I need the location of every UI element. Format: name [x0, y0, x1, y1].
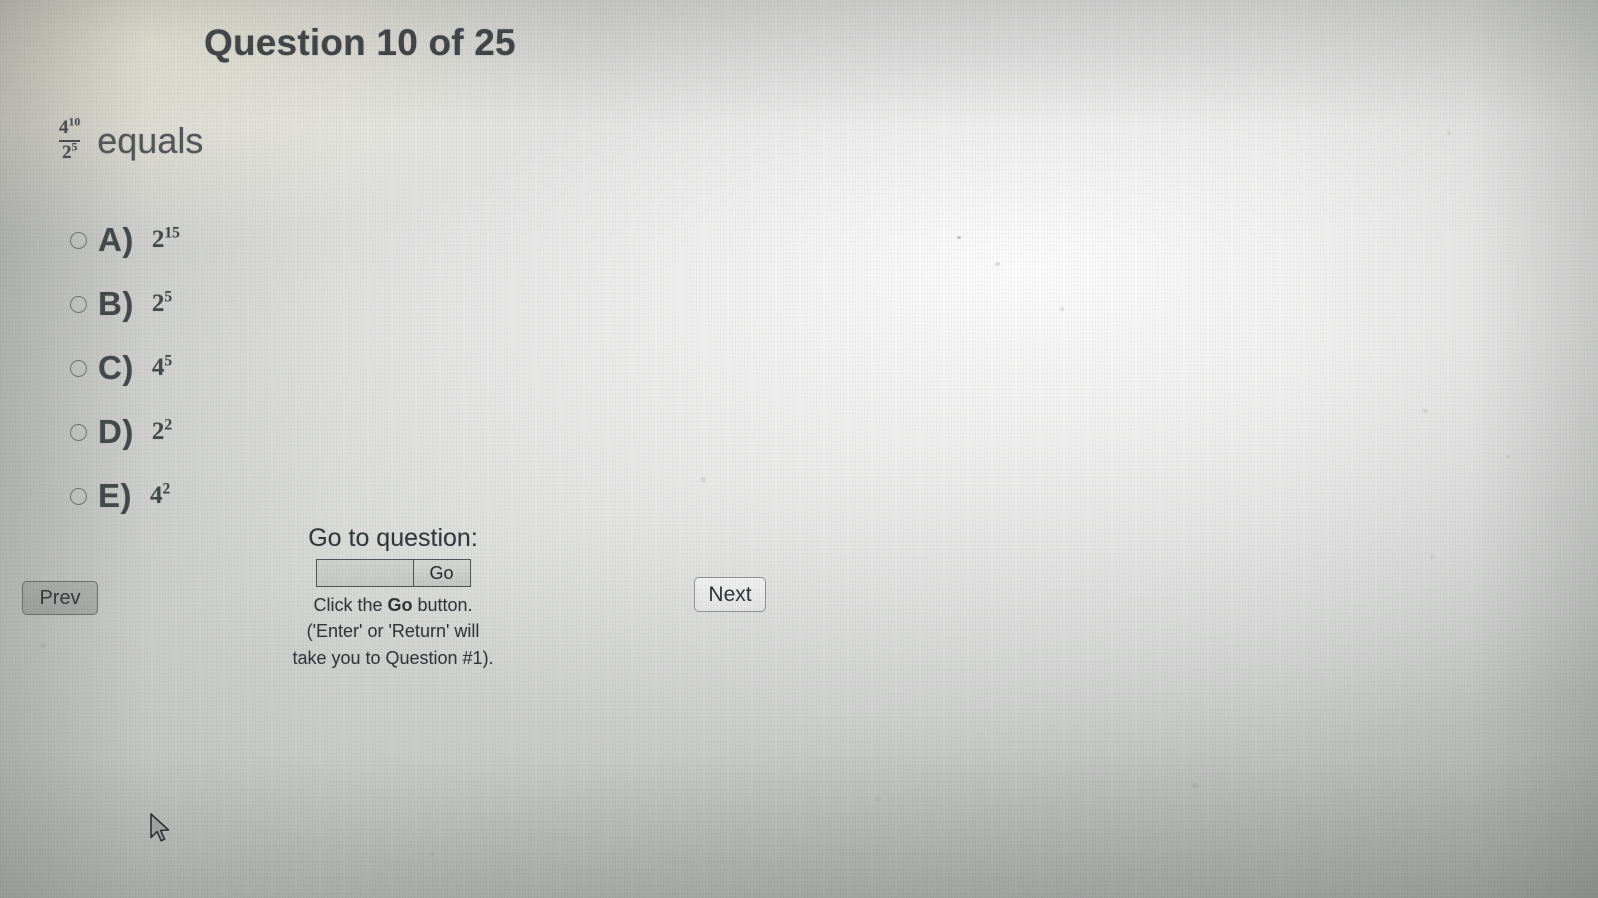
- fraction-expression: 410 25: [56, 115, 83, 164]
- question-text: equals: [97, 119, 204, 161]
- fraction-numerator: 410: [56, 115, 83, 140]
- denominator-exponent: 5: [71, 140, 78, 154]
- numerator-base: 4: [59, 117, 69, 138]
- go-button[interactable]: Go: [412, 558, 471, 587]
- quiz-content: Question 10 of 25 410 25 equals A) 215 B…: [0, 0, 1598, 898]
- help-line-1-before: Click the: [313, 594, 388, 615]
- goto-question-input[interactable]: [315, 558, 413, 587]
- help-line-1-bold: Go: [387, 594, 413, 615]
- option-letter-c: C): [98, 349, 134, 386]
- option-value-d: 22: [151, 416, 173, 446]
- option-b-exponent: 5: [164, 288, 173, 306]
- question-stem: 410 25 equals: [56, 115, 204, 164]
- option-e-exponent: 2: [162, 480, 171, 498]
- help-line-1-after: button.: [412, 594, 473, 615]
- goto-question-help-text: Click the Go button. ('Enter' or 'Return…: [268, 592, 518, 671]
- goto-question-block: Go to question: Go Click the Go button. …: [268, 524, 518, 671]
- exam-screen-photo: Question 10 of 25 410 25 equals A) 215 B…: [0, 0, 1598, 898]
- option-e-base: 4: [150, 482, 163, 509]
- option-a-exponent: 15: [164, 224, 180, 242]
- radio-button-b[interactable]: [70, 295, 87, 313]
- option-a-base: 2: [151, 226, 165, 253]
- option-letter-b: B): [98, 285, 134, 322]
- option-value-b: 25: [151, 288, 173, 318]
- answer-options-list: A) 215 B) 25 C) 45 D) 22 E) 42: [68, 208, 180, 528]
- next-button[interactable]: Next: [694, 577, 766, 612]
- goto-question-label: Go to question:: [308, 524, 478, 552]
- option-letter-d: D): [98, 413, 134, 450]
- option-c[interactable]: C) 45: [68, 336, 180, 400]
- option-value-e: 42: [150, 480, 171, 510]
- option-d-base: 2: [151, 418, 165, 445]
- option-c-base: 4: [151, 354, 165, 381]
- option-letter-a: A): [98, 221, 134, 258]
- radio-button-c[interactable]: [70, 359, 87, 377]
- numerator-exponent: 10: [68, 115, 81, 129]
- option-value-c: 45: [151, 352, 173, 382]
- option-a[interactable]: A) 215: [68, 208, 180, 272]
- goto-question-controls: Go: [268, 558, 518, 587]
- option-e[interactable]: E) 42: [68, 464, 180, 528]
- option-b[interactable]: B) 25: [68, 272, 180, 336]
- option-d[interactable]: D) 22: [68, 400, 180, 464]
- help-line-3: take you to Question #1).: [292, 647, 494, 668]
- option-letter-e: E): [98, 477, 132, 514]
- prev-button[interactable]: Prev: [22, 581, 98, 615]
- page-title: Question 10 of 25: [204, 22, 516, 63]
- denominator-base: 2: [61, 141, 72, 163]
- radio-button-e[interactable]: [70, 487, 87, 505]
- radio-button-d[interactable]: [70, 423, 87, 441]
- radio-button-a[interactable]: [70, 231, 87, 249]
- option-b-base: 2: [151, 290, 165, 317]
- help-line-2: ('Enter' or 'Return' will: [306, 621, 480, 642]
- option-c-exponent: 5: [164, 352, 173, 370]
- help-line-1: Click the Go button.: [268, 592, 518, 618]
- option-value-a: 215: [151, 224, 180, 254]
- option-d-exponent: 2: [164, 416, 173, 434]
- fraction-denominator: 25: [58, 139, 81, 164]
